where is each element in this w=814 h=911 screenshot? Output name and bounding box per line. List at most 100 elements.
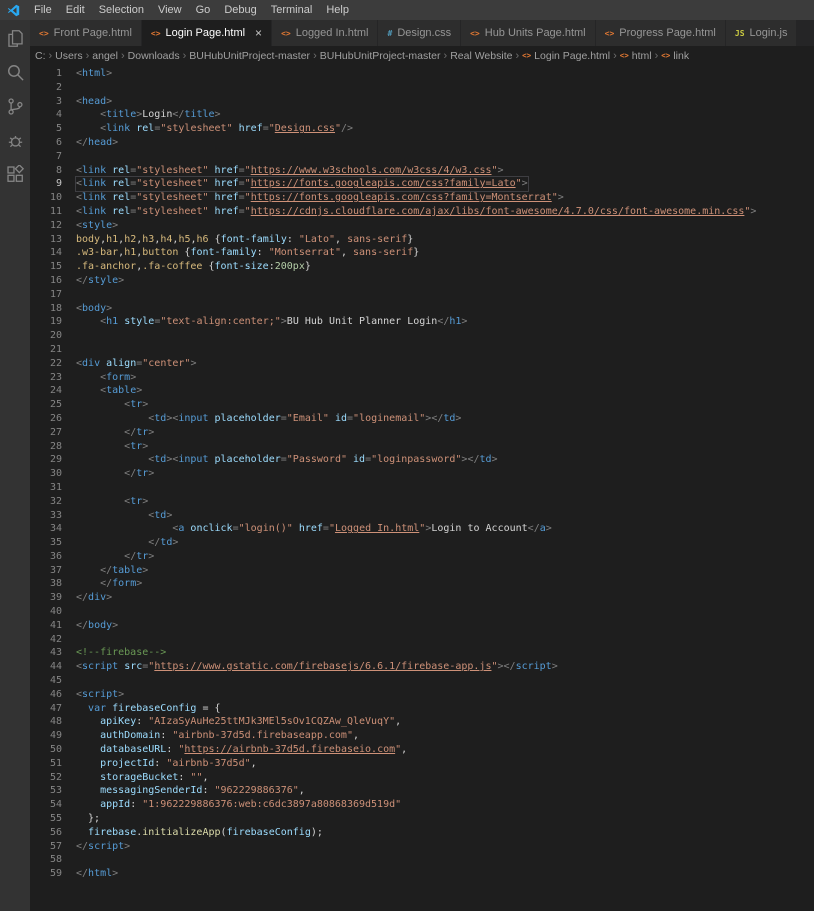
code-line-12[interactable]: 12 <style> (30, 219, 814, 233)
code-line-16[interactable]: 16 </style> (30, 274, 814, 288)
tab-design-css[interactable]: # Design.css (378, 20, 462, 46)
tab-logged-in-html[interactable]: <> Logged In.html (272, 20, 379, 46)
line-number[interactable]: 58 (30, 853, 62, 867)
menu-item-terminal[interactable]: Terminal (264, 4, 320, 16)
line-number[interactable]: 50 (30, 743, 62, 757)
code-line-48[interactable]: 48 apiKey: "AIzaSyAuHe25ttMJk3MEl5sOv1CQ… (30, 715, 814, 729)
code-line-40[interactable]: 40 (30, 605, 814, 619)
code-line-26[interactable]: 26 <td><input placeholder="Email" id="lo… (30, 412, 814, 426)
code-line-46[interactable]: 46 <script> (30, 688, 814, 702)
line-number[interactable]: 41 (30, 619, 62, 633)
code-line-59[interactable]: 59 </html> (30, 867, 814, 881)
breadcrumb-item-buhubunitproject-master[interactable]: BUHubUnitProject-master (188, 50, 311, 62)
line-number[interactable]: 4 (30, 108, 62, 122)
tab-hub-units-page-html[interactable]: <> Hub Units Page.html (461, 20, 596, 46)
code-line-30[interactable]: 30 </tr> (30, 467, 814, 481)
code-line-57[interactable]: 57 </script> (30, 840, 814, 854)
line-number[interactable]: 59 (30, 867, 62, 881)
code-line-34[interactable]: 34 <a onclick="login()" href="Logged In.… (30, 522, 814, 536)
code-line-8[interactable]: 8 <link rel="stylesheet" href="https://ww… (30, 164, 814, 178)
code-line-55[interactable]: 55 }; (30, 812, 814, 826)
code-line-5[interactable]: 5 <link rel="stylesheet" href="Design.cs… (30, 122, 814, 136)
line-number[interactable]: 31 (30, 481, 62, 495)
line-number[interactable]: 15 (30, 260, 62, 274)
line-number[interactable]: 1 (30, 67, 62, 81)
code-line-49[interactable]: 49 authDomain: "airbnb-37d5d.firebaseapp… (30, 729, 814, 743)
line-number[interactable]: 51 (30, 757, 62, 771)
line-number[interactable]: 52 (30, 771, 62, 785)
search-icon[interactable] (6, 63, 25, 82)
line-number[interactable]: 48 (30, 715, 62, 729)
code-line-17[interactable]: 17 (30, 288, 814, 302)
line-number[interactable]: 28 (30, 440, 62, 454)
line-number[interactable]: 57 (30, 840, 62, 854)
line-number[interactable]: 42 (30, 633, 62, 647)
line-number[interactable]: 9 (30, 177, 62, 191)
menu-item-file[interactable]: File (27, 4, 59, 16)
line-number[interactable]: 16 (30, 274, 62, 288)
menu-item-debug[interactable]: Debug (217, 4, 263, 16)
line-number[interactable]: 47 (30, 702, 62, 716)
line-number[interactable]: 44 (30, 660, 62, 674)
line-number[interactable]: 32 (30, 495, 62, 509)
line-number[interactable]: 54 (30, 798, 62, 812)
code-line-1[interactable]: 1 <html> (30, 67, 814, 81)
code-line-14[interactable]: 14 .w3-bar,h1,button {font-family: "Monts… (30, 246, 814, 260)
code-line-27[interactable]: 27 </tr> (30, 426, 814, 440)
code-line-41[interactable]: 41 </body> (30, 619, 814, 633)
line-number[interactable]: 35 (30, 536, 62, 550)
line-number[interactable]: 25 (30, 398, 62, 412)
line-number[interactable]: 23 (30, 371, 62, 385)
code-line-58[interactable]: 58 (30, 853, 814, 867)
code-line-18[interactable]: 18 <body> (30, 302, 814, 316)
code-line-54[interactable]: 54 appId: "1:962229886376:web:c6dc3897a8… (30, 798, 814, 812)
debug-icon[interactable] (6, 131, 25, 150)
line-number[interactable]: 53 (30, 784, 62, 798)
code-line-9[interactable]: 9 <link rel="stylesheet" href="https://fo… (30, 177, 814, 191)
menu-item-view[interactable]: View (151, 4, 189, 16)
code-line-15[interactable]: 15 .fa-anchor,.fa-coffee {font-size:200px… (30, 260, 814, 274)
explorer-icon[interactable] (6, 29, 25, 48)
tab-login-js[interactable]: JS Login.js (725, 20, 798, 46)
line-number[interactable]: 34 (30, 522, 62, 536)
breadcrumb-item-html[interactable]: <> html (619, 50, 653, 62)
line-number[interactable]: 33 (30, 509, 62, 523)
line-number[interactable]: 13 (30, 233, 62, 247)
menu-item-selection[interactable]: Selection (92, 4, 151, 16)
line-number[interactable]: 10 (30, 191, 62, 205)
line-number[interactable]: 14 (30, 246, 62, 260)
code-line-43[interactable]: 43 <!--firebase--> (30, 646, 814, 660)
line-number[interactable]: 22 (30, 357, 62, 371)
menu-item-help[interactable]: Help (319, 4, 356, 16)
breadcrumb-item-real-website[interactable]: Real Website (449, 50, 513, 62)
code-line-33[interactable]: 33 <td> (30, 509, 814, 523)
code-line-21[interactable]: 21 (30, 343, 814, 357)
code-line-36[interactable]: 36 </tr> (30, 550, 814, 564)
code-line-51[interactable]: 51 projectId: "airbnb-37d5d", (30, 757, 814, 771)
code-line-28[interactable]: 28 <tr> (30, 440, 814, 454)
tab-front-page-html[interactable]: <> Front Page.html (30, 20, 142, 46)
close-icon[interactable]: × (255, 27, 262, 39)
extensions-icon[interactable] (6, 165, 25, 184)
line-number[interactable]: 39 (30, 591, 62, 605)
code-line-37[interactable]: 37 </table> (30, 564, 814, 578)
code-line-39[interactable]: 39 </div> (30, 591, 814, 605)
breadcrumb-item-buhubunitproject-master[interactable]: BUHubUnitProject-master (319, 50, 442, 62)
breadcrumb-item-link[interactable]: <> link (660, 50, 690, 62)
code-line-44[interactable]: 44 <script src="https://www.gstatic.com/f… (30, 660, 814, 674)
tab-login-page-html[interactable]: <> Login Page.html × (141, 20, 273, 46)
code-line-47[interactable]: 47 var firebaseConfig = { (30, 702, 814, 716)
line-number[interactable]: 6 (30, 136, 62, 150)
line-number[interactable]: 45 (30, 674, 62, 688)
code-line-4[interactable]: 4 <title>Login</title> (30, 108, 814, 122)
line-number[interactable]: 19 (30, 315, 62, 329)
code-line-25[interactable]: 25 <tr> (30, 398, 814, 412)
code-line-31[interactable]: 31 (30, 481, 814, 495)
code-line-23[interactable]: 23 <form> (30, 371, 814, 385)
line-number[interactable]: 26 (30, 412, 62, 426)
line-number[interactable]: 27 (30, 426, 62, 440)
line-number[interactable]: 12 (30, 219, 62, 233)
line-number[interactable]: 8 (30, 164, 62, 178)
code-line-56[interactable]: 56 firebase.initializeApp(firebaseConfig… (30, 826, 814, 840)
line-number[interactable]: 5 (30, 122, 62, 136)
